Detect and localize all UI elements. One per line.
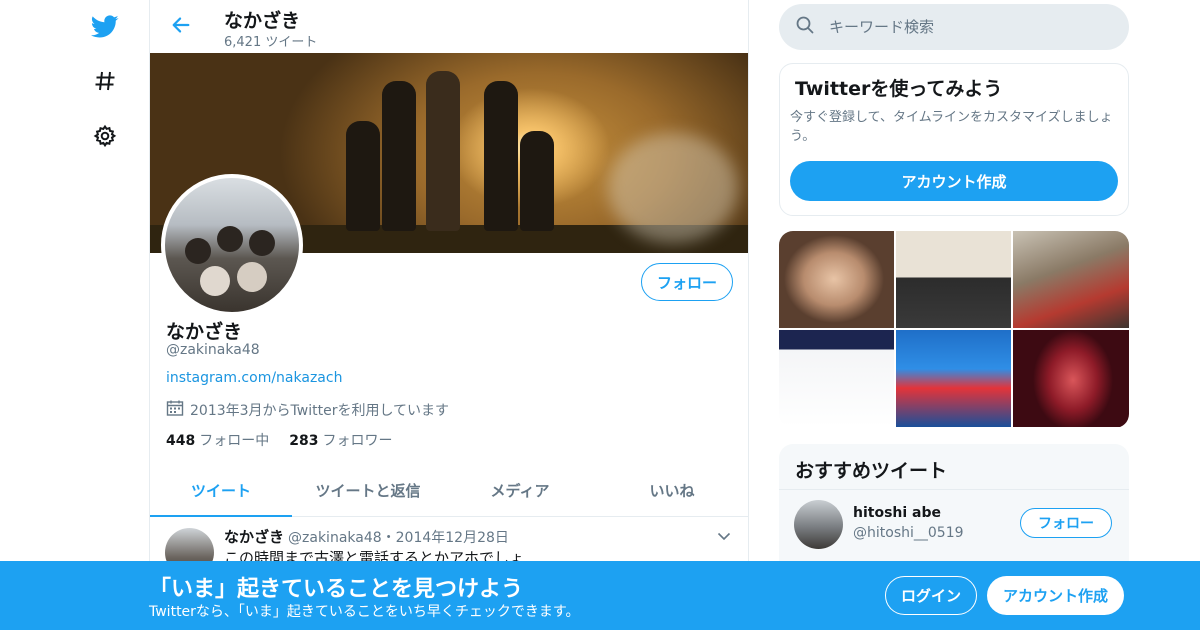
recommended-user-name[interactable]: hitoshi abe xyxy=(853,505,941,521)
tab-tweets-and-replies[interactable]: ツイートと返信 xyxy=(292,465,444,516)
banner-subtitle: Twitterなら、「いま」起きていることをいち早くチェックできます。 xyxy=(149,604,580,620)
banner-person xyxy=(346,121,380,231)
profile-name: なかざき xyxy=(166,321,243,343)
media-thumbnail[interactable] xyxy=(896,231,1011,328)
search-box xyxy=(779,4,1129,50)
tweet-author-name[interactable]: なかざき xyxy=(224,528,284,546)
banner-person xyxy=(484,81,518,231)
chevron-down-icon[interactable] xyxy=(716,528,732,548)
media-thumbnail[interactable] xyxy=(1013,231,1129,328)
tab-tweets[interactable]: ツイート xyxy=(150,465,292,517)
banner-title: 「いま」起きていることを見つけよう xyxy=(149,577,524,602)
avatar-person xyxy=(217,226,243,252)
profile-header-bar: なかざき 6,421 ツイート xyxy=(150,0,748,53)
recommended-tweets-card: おすすめツイート hitoshi abe @hitoshi__0519 フォロー xyxy=(779,444,1129,574)
profile-handle: @zakinaka48 xyxy=(166,342,260,358)
profile-joined-date: 2013年3月からTwitterを利用しています xyxy=(166,399,449,421)
tab-likes[interactable]: いいね xyxy=(596,465,748,516)
avatar-person xyxy=(200,266,230,296)
avatar-person xyxy=(237,262,267,292)
banner-person xyxy=(426,71,460,231)
header-name: なかざき xyxy=(224,10,301,32)
login-button[interactable]: ログイン xyxy=(885,576,977,615)
tab-media[interactable]: メディア xyxy=(444,465,596,516)
profile-website-link[interactable]: instagram.com/nakazach xyxy=(166,370,342,386)
banner-person xyxy=(382,81,416,231)
signup-banner: 「いま」起きていることを見つけよう Twitterなら、「いま」起きていることを… xyxy=(0,561,1200,630)
followers-stat[interactable]: 283 フォロワー xyxy=(289,430,392,450)
search-input[interactable] xyxy=(829,18,1109,36)
followers-count: 283 xyxy=(289,433,319,449)
header-tweet-count: 6,421 ツイート xyxy=(224,35,318,50)
back-arrow-icon[interactable] xyxy=(168,12,194,38)
media-grid xyxy=(779,231,1129,428)
create-account-button[interactable]: アカウント作成 xyxy=(790,161,1118,201)
signup-card: Twitterを使ってみよう 今すぐ登録して、タイムラインをカスタマイズしましょ… xyxy=(779,63,1129,216)
follow-button[interactable]: フォロー xyxy=(641,263,733,301)
main-column: なかざき 6,421 ツイート フォロー なかざき @zakinaka48 in… xyxy=(149,0,749,630)
media-thumbnail[interactable] xyxy=(779,231,894,328)
twitter-logo-icon[interactable] xyxy=(90,12,120,42)
profile-stats: 448 フォロー中 283 フォロワー xyxy=(166,430,412,450)
profile-tabs: ツイート ツイートと返信 メディア いいね xyxy=(150,465,748,517)
banner-smoke xyxy=(608,133,738,243)
tweet-meta: @zakinaka48・2014年12月28日 xyxy=(288,530,509,546)
signup-button[interactable]: アカウント作成 xyxy=(987,576,1124,615)
recommended-user-handle: @hitoshi__0519 xyxy=(853,525,964,541)
divider xyxy=(779,489,1129,490)
recommended-user-avatar[interactable] xyxy=(794,500,843,549)
following-stat[interactable]: 448 フォロー中 xyxy=(166,430,269,450)
profile-avatar[interactable] xyxy=(161,174,303,316)
following-label: フォロー中 xyxy=(199,433,270,449)
recommended-title: おすすめツイート xyxy=(795,460,948,482)
media-thumbnail[interactable] xyxy=(896,330,1011,427)
profile-page: なかざき 6,421 ツイート フォロー なかざき @zakinaka48 in… xyxy=(0,0,1200,630)
media-thumbnail[interactable] xyxy=(1013,330,1129,427)
signup-card-text: 今すぐ登録して、タイムラインをカスタマイズしましょう。 xyxy=(790,110,1113,144)
avatar-person xyxy=(249,230,275,256)
tweet-header: なかざき @zakinaka48・2014年12月28日 xyxy=(224,526,509,547)
gear-icon[interactable] xyxy=(90,121,120,151)
signup-card-title: Twitterを使ってみよう xyxy=(795,78,1003,100)
hashtag-icon[interactable] xyxy=(90,66,120,96)
media-thumbnail[interactable] xyxy=(779,330,894,427)
following-count: 448 xyxy=(166,433,196,449)
recommended-follow-button[interactable]: フォロー xyxy=(1020,508,1112,538)
calendar-icon xyxy=(166,399,184,421)
banner-person xyxy=(520,131,554,231)
joined-text: 2013年3月からTwitterを利用しています xyxy=(190,403,450,419)
search-icon xyxy=(795,15,815,39)
followers-label: フォロワー xyxy=(322,433,393,449)
avatar-person xyxy=(185,238,211,264)
